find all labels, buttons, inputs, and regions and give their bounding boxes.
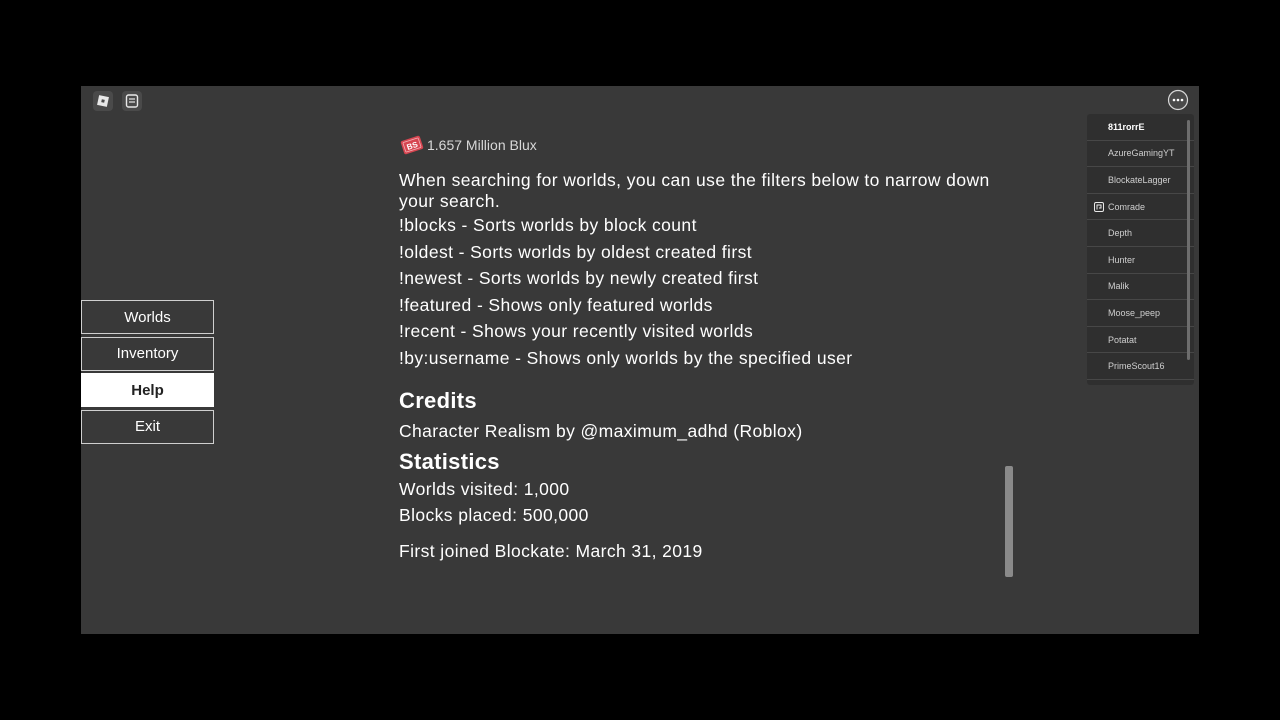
currency-amount: 1.657 Million Blux bbox=[427, 137, 537, 153]
player-name: Malik bbox=[1108, 281, 1130, 292]
credits-heading: Credits bbox=[399, 387, 477, 413]
bs-coin-icon: BS bbox=[400, 135, 424, 155]
inventory-button[interactable]: Inventory bbox=[81, 336, 214, 371]
blocks-placed-stat: Blocks placed: 500,000 bbox=[399, 505, 589, 526]
player-list-item[interactable]: AzureGamingYT bbox=[1087, 141, 1194, 168]
player-name: Potatat bbox=[1108, 334, 1137, 345]
statistics-list: Worlds visited: 1,000 Blocks placed: 500… bbox=[399, 476, 1019, 529]
currency-display: BS 1.657 Million Blux bbox=[399, 132, 1019, 158]
player-name: AzureGamingYT bbox=[1108, 148, 1175, 159]
help-scrollbar[interactable] bbox=[1005, 466, 1013, 577]
filter-item: !newest - Sorts worlds by newly created … bbox=[399, 268, 759, 289]
player-list-item[interactable]: Hunter bbox=[1087, 247, 1194, 274]
player-list-item[interactable]: Moose_peep bbox=[1087, 300, 1194, 327]
worlds-button[interactable]: Worlds bbox=[81, 300, 214, 334]
filter-list: !blocks - Sorts worlds by block count !o… bbox=[399, 212, 1019, 372]
player-name: Comrade bbox=[1108, 201, 1146, 212]
chat-icon[interactable] bbox=[121, 90, 143, 112]
filter-item: !featured - Shows only featured worlds bbox=[399, 294, 713, 315]
filter-item: !oldest - Sorts worlds by oldest created… bbox=[399, 241, 752, 262]
player-list-item[interactable]: Depth bbox=[1087, 220, 1194, 247]
statistics-heading: Statistics bbox=[399, 448, 500, 474]
filter-item: !by:username - Shows only worlds by the … bbox=[399, 347, 853, 368]
player-list-item[interactable]: Potatat bbox=[1087, 327, 1194, 354]
first-joined-stat: First joined Blockate: March 31, 2019 bbox=[399, 540, 703, 561]
player-name: Hunter bbox=[1108, 254, 1136, 265]
player-list-item[interactable]: BlockateLagger bbox=[1087, 167, 1194, 194]
help-button[interactable]: Help bbox=[81, 373, 214, 407]
player-name: PrimeScout16 bbox=[1108, 361, 1165, 372]
exit-button[interactable]: Exit bbox=[81, 409, 214, 444]
more-options-icon[interactable] bbox=[1167, 89, 1189, 111]
player-list-item[interactable]: 811rorrE bbox=[1087, 114, 1194, 141]
player-list-item[interactable]: PrimeScout16 bbox=[1087, 353, 1194, 380]
filters-intro: When searching for worlds, you can use t… bbox=[399, 170, 990, 211]
main-menu: Worlds Inventory Help Exit bbox=[81, 300, 214, 446]
player-list-item[interactable]: Malik bbox=[1087, 274, 1194, 301]
player-list-item[interactable]: Comrade bbox=[1087, 194, 1194, 221]
player-name: 811rorrE bbox=[1108, 121, 1145, 132]
filter-item: !blocks - Sorts worlds by block count bbox=[399, 215, 697, 235]
game-viewport: Worlds Inventory Help Exit BS 1.657 Mill… bbox=[81, 86, 1199, 634]
player-name: Depth bbox=[1108, 228, 1133, 239]
player-list: 811rorrE AzureGamingYT BlockateLagger Co… bbox=[1087, 114, 1194, 385]
premium-badge-icon bbox=[1094, 201, 1104, 212]
worlds-visited-stat: Worlds visited: 1,000 bbox=[399, 478, 570, 499]
player-name: BlockateLagger bbox=[1108, 174, 1171, 185]
roblox-menu-icon[interactable] bbox=[92, 90, 114, 112]
player-list-scrollbar[interactable] bbox=[1187, 120, 1190, 360]
credits-line: Character Realism by @maximum_adhd (Robl… bbox=[399, 420, 803, 441]
player-name: Moose_peep bbox=[1108, 307, 1161, 318]
help-panel: BS 1.657 Million Blux When searching for… bbox=[399, 132, 1019, 562]
filter-item: !recent - Shows your recently visited wo… bbox=[399, 321, 754, 342]
